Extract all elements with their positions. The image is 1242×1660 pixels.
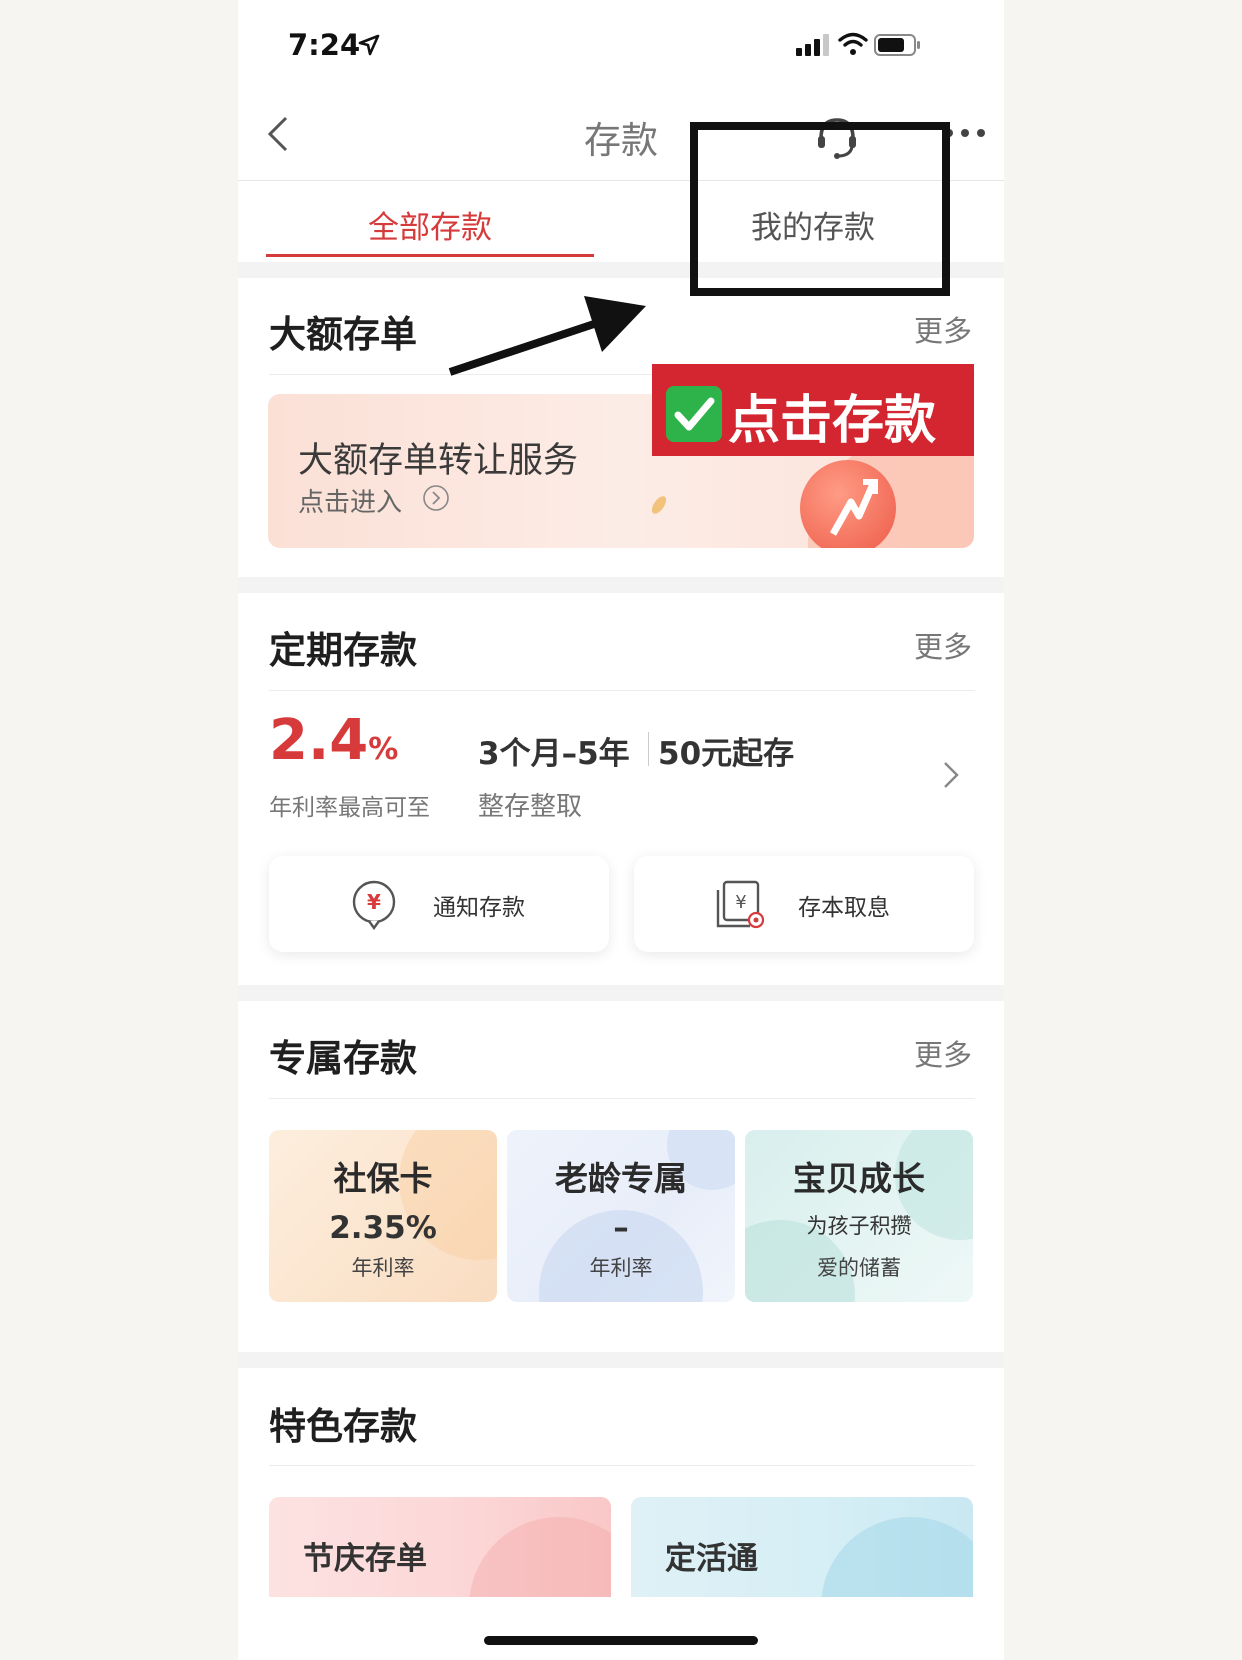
card-baby-growth[interactable]: 宝贝成长 为孩子积攒 爱的储蓄 — [745, 1130, 973, 1302]
chevron-right-icon — [944, 762, 959, 788]
svg-text:¥: ¥ — [735, 892, 746, 913]
divider — [269, 690, 975, 691]
card-decor — [469, 1517, 611, 1597]
notice-deposit-label: 通知存款 — [433, 895, 525, 921]
exclusive-deposit-more-link[interactable]: 更多 — [914, 1032, 972, 1074]
card-senior-exclusive[interactable]: 老龄专属 – 年利率 — [507, 1130, 735, 1302]
card-label: 定活通 — [665, 1541, 758, 1577]
min-amount: 50元起存 — [658, 736, 795, 772]
more-dots-icon[interactable] — [944, 128, 986, 138]
deposit-type: 整存整取 — [478, 792, 583, 822]
banner-subtitle: 点击进入 — [298, 488, 403, 518]
section-title-featured-deposit: 特色存款 — [269, 1405, 417, 1448]
circle-arrow-icon — [423, 485, 449, 511]
tap-instruction-text: 点击存款 — [728, 390, 937, 451]
card-label: 节庆存单 — [303, 1541, 427, 1577]
section-gap — [238, 577, 1004, 593]
section-title-large-cd: 大额存单 — [269, 313, 417, 356]
yuan-bubble-icon: ¥ — [352, 880, 396, 930]
location-arrow-icon — [358, 34, 380, 56]
card-festival-cd[interactable]: 节庆存单 — [269, 1497, 611, 1597]
divider — [269, 1465, 975, 1466]
fixed-deposit-more-link[interactable]: 更多 — [914, 624, 972, 666]
home-indicator[interactable] — [484, 1636, 758, 1645]
divider — [269, 1098, 975, 1099]
status-time: 7:24 — [288, 28, 361, 62]
rate-number: 2.4 — [269, 708, 369, 773]
notice-deposit-button[interactable]: ¥ 通知存款 — [269, 856, 609, 952]
rate-unit: % — [368, 732, 399, 767]
card-rate: 2.35% — [329, 1210, 437, 1246]
tab-active-underline — [266, 254, 594, 257]
transfer-arrow-icon — [829, 479, 878, 536]
banner-title: 大额存单转让服务 — [298, 441, 579, 481]
svg-text:¥: ¥ — [367, 890, 381, 914]
term-divider — [648, 732, 649, 766]
card-title: 宝贝成长 — [793, 1159, 925, 1198]
status-bar: 7:24 — [238, 0, 1004, 90]
yuan-document-icon: ¥ — [716, 880, 765, 929]
leaf-icon — [651, 496, 667, 514]
section-gap — [238, 985, 1004, 1001]
highlight-box — [690, 122, 950, 296]
card-decor — [821, 1517, 973, 1597]
fixed-deposit-product-row[interactable]: 2.4% 年利率最高可至 3个月–5年 50元起存 整存整取 — [238, 700, 1004, 822]
battery-icon — [874, 34, 920, 56]
card-rate: – — [613, 1210, 629, 1246]
section-title-fixed-deposit: 定期存款 — [269, 629, 417, 672]
card-title: 社保卡 — [333, 1159, 433, 1198]
signal-icon — [796, 34, 829, 56]
card-social-security[interactable]: 社保卡 2.35% 年利率 — [269, 1130, 497, 1302]
card-line-2: 爱的储蓄 — [817, 1256, 901, 1280]
principal-interest-button[interactable]: ¥ 存本取息 — [634, 856, 974, 952]
tab-all-deposits[interactable]: 全部存款 — [368, 202, 492, 247]
wifi-icon — [838, 32, 868, 55]
rate-caption: 年利率最高可至 — [269, 795, 430, 821]
principal-interest-label: 存本取息 — [798, 895, 890, 921]
card-caption: 年利率 — [589, 1256, 653, 1280]
section-title-exclusive-deposit: 专属存款 — [269, 1037, 417, 1080]
card-title: 老龄专属 — [555, 1159, 687, 1198]
check-mark-icon — [666, 386, 722, 442]
card-line-1: 为孩子积攒 — [806, 1214, 912, 1238]
rate-value: 2.4% — [269, 708, 398, 773]
card-caption: 年利率 — [351, 1256, 415, 1280]
large-cd-more-link[interactable]: 更多 — [914, 308, 972, 350]
term-range: 3个月–5年 — [478, 736, 630, 772]
pointer-arrow-icon — [448, 296, 646, 376]
tap-instruction-label: 点击存款 — [652, 364, 974, 456]
phone-screen: 7:24 存款 全部存款 我的存款 大额存单 更多 大额存单转让服务 点击进入 … — [238, 0, 1004, 1660]
card-fixed-flexible[interactable]: 定活通 — [631, 1497, 973, 1597]
section-gap — [238, 1352, 1004, 1368]
